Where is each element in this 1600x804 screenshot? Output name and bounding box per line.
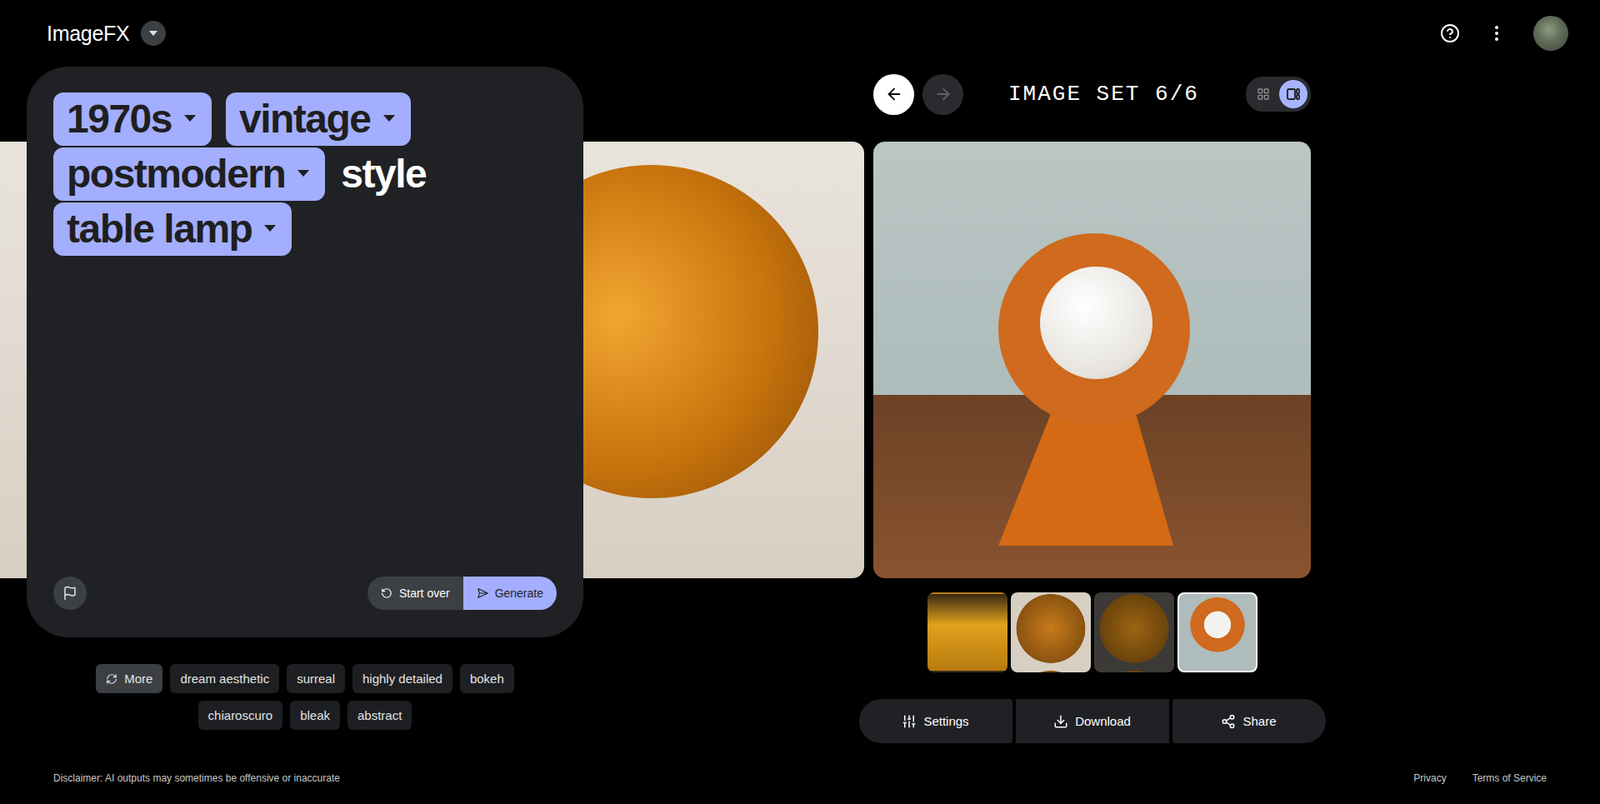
thumbnail[interactable] xyxy=(927,592,1008,673)
thumbnail[interactable] xyxy=(1177,592,1258,673)
generate-button[interactable]: Generate xyxy=(463,576,557,610)
action-button[interactable]: Share xyxy=(1172,699,1326,744)
nav-group: IMAGE SET 6/6 xyxy=(873,74,1200,115)
app-switcher-button[interactable] xyxy=(140,20,166,46)
action-button[interactable]: Settings xyxy=(859,699,1013,744)
thumbnail[interactable] xyxy=(1094,592,1175,673)
image-set-label: IMAGE SET 6/6 xyxy=(1008,81,1200,107)
help-icon xyxy=(1440,23,1460,44)
prompt-button-group: Start overGenerate xyxy=(367,576,557,610)
suggestion-chip[interactable]: abstract xyxy=(347,700,412,730)
imagefx-page: ImageFXIMAGE SET 6/6SettingsDownloadShar… xyxy=(0,0,1600,804)
prompt-tokens[interactable]: 1970svintagepostmodern style table lamp xyxy=(53,92,557,256)
footer: Disclaimer: AI outputs may sometimes be … xyxy=(0,752,1600,804)
current-image[interactable] xyxy=(873,141,1311,579)
caret-down-icon xyxy=(263,224,277,233)
prompt-panel: 1970svintagepostmodern style table lamp Sta… xyxy=(26,66,584,638)
current-image-column: IMAGE SET 6/6SettingsDownloadShare xyxy=(873,66,1311,744)
caret-down-icon xyxy=(149,30,158,36)
caret-down-icon xyxy=(296,169,310,178)
lamp-head-shape xyxy=(998,233,1190,425)
suggestion-chip[interactable]: surreal xyxy=(286,664,345,694)
report-button[interactable] xyxy=(53,576,87,610)
prompt-chip[interactable]: vintage xyxy=(225,92,411,146)
image-actions: SettingsDownloadShare xyxy=(859,699,1326,744)
back-button[interactable] xyxy=(873,74,915,115)
download-icon xyxy=(1053,714,1069,730)
disclaimer: Disclaimer: AI outputs may sometimes be … xyxy=(53,772,340,785)
suggestions: Moredream aestheticsurrealhighly detaile… xyxy=(84,664,526,730)
more-vertical-icon xyxy=(1486,23,1507,44)
suggestion-chip[interactable]: dream aesthetic xyxy=(170,664,280,694)
more-menu-button[interactable] xyxy=(1480,16,1514,50)
prompt-overlay: 1970svintagepostmodern style table lamp Sta… xyxy=(26,66,584,730)
arrow-left-icon xyxy=(885,85,904,104)
app-title: ImageFX xyxy=(46,21,130,46)
grid-view-icon xyxy=(1256,87,1270,101)
flag-icon xyxy=(62,585,78,601)
footer-links: Privacy Terms of Service xyxy=(1413,772,1547,785)
prompt-chip[interactable]: 1970s xyxy=(53,92,212,146)
grid-view-button[interactable] xyxy=(1249,80,1278,109)
carousel-view-button[interactable] xyxy=(1279,80,1308,109)
more-suggestions-button[interactable]: More xyxy=(95,664,163,694)
caret-down-icon xyxy=(382,114,396,123)
forward-button[interactable] xyxy=(922,74,964,115)
top-bar: ImageFX xyxy=(0,0,1600,67)
start-over-button[interactable]: Start over xyxy=(367,576,464,610)
send-icon xyxy=(476,587,489,600)
carousel-view-icon xyxy=(1285,86,1301,102)
refresh-icon xyxy=(105,673,118,685)
view-toggle xyxy=(1245,76,1311,112)
settings-icon xyxy=(901,714,917,730)
suggestion-chip[interactable]: chiaroscuro xyxy=(198,700,284,730)
prompt-controls: Start overGenerate xyxy=(53,576,557,610)
prompt-text[interactable]: style xyxy=(339,150,428,199)
reset-icon xyxy=(380,587,393,600)
prompt-chip[interactable]: postmodern xyxy=(53,147,325,201)
header-actions xyxy=(1433,15,1569,51)
footer-link[interactable]: Terms of Service xyxy=(1472,772,1547,785)
user-avatar[interactable] xyxy=(1533,15,1569,51)
share-icon xyxy=(1220,714,1236,730)
suggestion-chip[interactable]: highly detailed xyxy=(352,664,453,694)
thumbnail-strip xyxy=(927,592,1258,673)
action-button[interactable]: Download xyxy=(1015,699,1170,744)
caret-down-icon xyxy=(183,114,197,123)
suggestion-chip[interactable]: bokeh xyxy=(460,664,515,694)
image-set-nav: IMAGE SET 6/6 xyxy=(873,66,1311,122)
help-button[interactable] xyxy=(1433,16,1467,50)
footer-link[interactable]: Privacy xyxy=(1413,772,1446,785)
arrow-right-icon xyxy=(934,85,953,104)
brand: ImageFX xyxy=(46,20,166,46)
suggestion-chip[interactable]: bleak xyxy=(290,700,340,730)
thumbnail[interactable] xyxy=(1010,592,1091,673)
prompt-chip[interactable]: table lamp xyxy=(53,202,292,256)
